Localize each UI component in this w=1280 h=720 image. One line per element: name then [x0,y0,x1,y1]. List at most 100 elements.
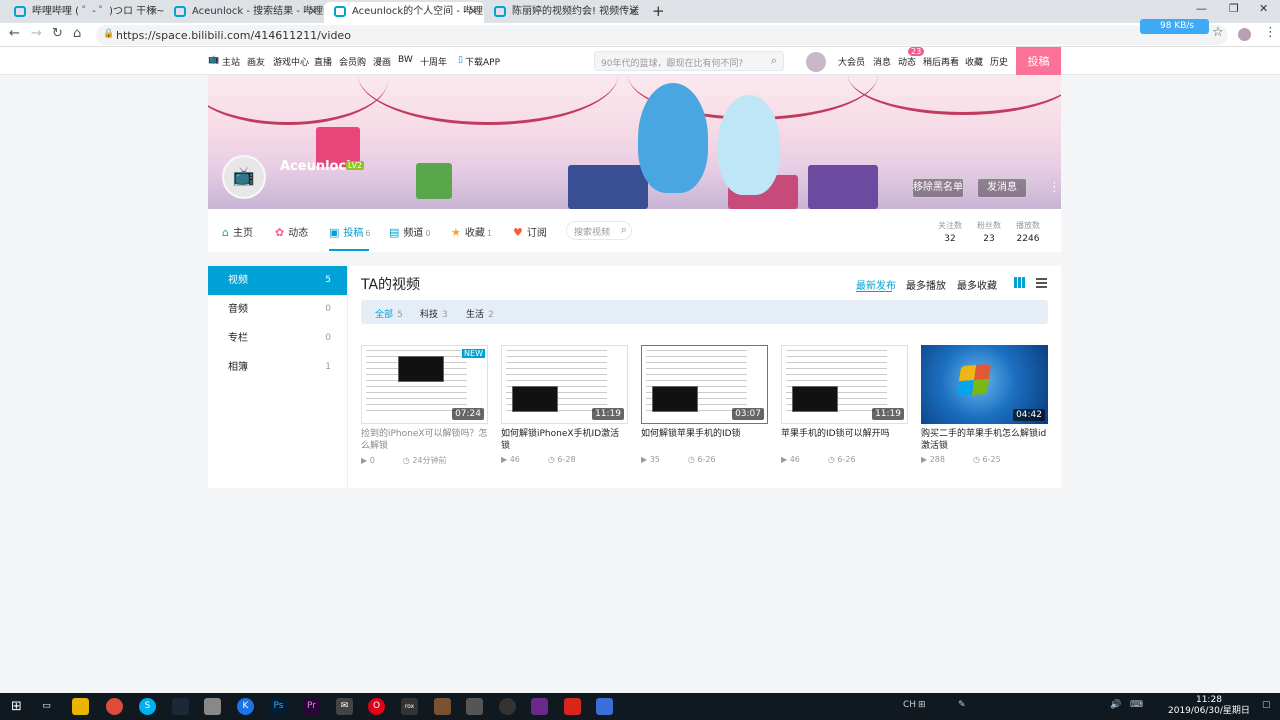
skype-icon[interactable]: S [139,698,156,715]
minimize-icon[interactable]: — [1196,2,1207,15]
profile-avatar-icon[interactable] [1238,28,1251,41]
task-view-icon[interactable]: ▭ [38,698,55,715]
video-thumbnail[interactable]: NEW 07:24 [361,345,488,424]
grid-view-icon[interactable] [1014,277,1025,288]
upload-button[interactable]: 投稿 [1016,47,1061,76]
video-title[interactable]: 如何解锁iPhoneX手机ID激活锁 [501,428,628,452]
chrome-icon[interactable] [106,698,123,715]
nav-watch-later[interactable]: 稍后再看 [923,55,959,68]
sidebar-item-video[interactable]: 视频 5 [208,266,347,295]
video-title[interactable]: 购买二手的苹果手机怎么解锁id激活锁 [921,428,1048,452]
windows-start-icon[interactable]: ⊞ [8,698,25,715]
minecraft-icon[interactable] [434,698,451,715]
browser-tab[interactable]: Aceunlock - 搜索结果 - 哔哩哔哩✕ [164,2,324,23]
video-title[interactable]: 捡到的iPhoneX可以解锁吗？怎么解锁 [361,428,488,452]
keyboard-icon[interactable]: ⊞ [918,700,926,710]
app-icon[interactable] [531,698,548,715]
filter-tech[interactable]: 科技 3 [420,307,448,320]
tab-home[interactable]: ⌂ 主页 [222,224,253,239]
nav-main[interactable]: 主站 [222,55,240,68]
nav-painting[interactable]: 画友 [247,55,265,68]
video-card[interactable]: 11:19 苹果手机的ID锁可以解开吗 ▶ 46 ◷ 6-26 [781,345,908,464]
nav-bw[interactable]: BW [398,55,413,65]
nav-dynamic[interactable]: 动态 [898,55,916,68]
tab-channels[interactable]: ▤ 频道 0 [389,224,431,239]
close-tab-icon[interactable]: ✕ [309,2,318,22]
nav-game-center[interactable]: 游戏中心 [273,55,309,68]
file-explorer-icon[interactable] [72,698,89,715]
menu-icon[interactable]: ⋮ [1264,25,1277,40]
reload-icon[interactable]: ↻ [52,26,63,41]
send-message-button[interactable]: 发消息 [977,178,1027,198]
stat-fans[interactable]: 粉丝数 23 [977,220,1001,244]
browser-tab[interactable]: 陈丽婷的视频约会! 视频传送 ✕ [484,2,644,23]
nav-favorites[interactable]: 收藏 [965,55,983,68]
mail-icon[interactable]: ✉ [336,698,353,715]
app-icon[interactable] [466,698,483,715]
video-thumbnail[interactable]: 11:19 [781,345,908,424]
app-icon[interactable]: rox [401,698,418,715]
nav-vip[interactable]: 大会员 [838,55,865,68]
sort-most-played[interactable]: 最多播放 [906,277,946,292]
video-card[interactable]: 03:07 如何解锁苹果手机的ID锁 ▶ 35 ◷ 6-26 [641,345,768,464]
more-options-icon[interactable]: ⋮ [1048,180,1061,195]
url-field[interactable]: 🔒 https://space.bilibili.com/414611211/v… [96,25,1228,45]
photoshop-icon[interactable]: Ps [270,698,287,715]
video-thumbnail[interactable]: 11:19 [501,345,628,424]
filter-all[interactable]: 全部 5 [375,307,403,320]
nav-history[interactable]: 历史 [990,55,1008,68]
new-tab-button[interactable]: + [652,2,665,20]
close-tab-icon[interactable]: ✕ [469,2,478,22]
tab-uploads[interactable]: ▣ 投稿 6 [329,224,371,239]
tab-favorites[interactable]: ★ 收藏 1 [451,224,492,239]
list-view-icon[interactable] [1036,278,1047,288]
nav-anniversary[interactable]: 十周年 [420,55,447,68]
app-icon[interactable] [596,698,613,715]
video-card[interactable]: 11:19 如何解锁iPhoneX手机ID激活锁 ▶ 46 ◷ 6-28 [501,345,628,464]
app-k-icon[interactable]: K [237,698,254,715]
video-title[interactable]: 苹果手机的ID锁可以解开吗 [781,428,908,452]
stat-following[interactable]: 关注数 32 [938,220,962,244]
ime-indicator[interactable]: CH [903,700,916,710]
opera-icon[interactable]: O [368,698,385,715]
premiere-icon[interactable]: Pr [303,698,320,715]
filter-life[interactable]: 生活 2 [466,307,494,320]
tab-dynamic[interactable]: ✿ 动态 [275,224,308,239]
notification-icon[interactable]: ⌨ [1130,700,1143,710]
nav-download-app[interactable]: 下载APP [465,55,500,68]
search-icon[interactable]: ⌕ [771,54,777,68]
app-icon[interactable] [499,698,516,715]
nav-live[interactable]: 直播 [314,55,332,68]
maximize-icon[interactable]: ❐ [1229,2,1239,15]
window-close-icon[interactable]: ✕ [1259,2,1268,15]
video-title[interactable]: 如何解锁苹果手机的ID锁 [641,428,768,452]
action-center-icon[interactable]: ▢ [1262,700,1271,710]
forward-icon[interactable]: → [31,26,42,41]
video-thumbnail[interactable]: 04:42 [921,345,1048,424]
search-icon[interactable]: ⌕ [621,223,627,237]
user-avatar[interactable] [806,52,826,72]
remove-blacklist-button[interactable]: 移除黑名单 [912,178,964,198]
volume-icon[interactable]: 🔊 [1110,700,1121,710]
system-clock[interactable]: 11:28 2019/06/30/星期日 [1168,695,1250,717]
browser-tab-active[interactable]: Aceunlock的个人空间 - 哔哩哔哩✕ [324,2,484,23]
video-card[interactable]: NEW 07:24 捡到的iPhoneX可以解锁吗？怎么解锁 ▶ 0 ◷ 24分钟前 [361,345,488,466]
tab-subscriptions[interactable]: ♥ 订阅 [513,224,547,239]
browser-tab[interactable]: 哔哩哔哩 ( ゜- ゜)つロ 干杯~-bili✕ [4,2,164,23]
close-tab-icon[interactable]: ✕ [149,2,158,22]
back-icon[interactable]: ← [9,26,20,41]
sidebar-item-audio[interactable]: 音频 0 [208,295,347,324]
video-card[interactable]: 04:42 购买二手的苹果手机怎么解锁id激活锁 ▶ 288 ◷ 6-25 [921,345,1048,464]
nav-shop[interactable]: 会员购 [339,55,366,68]
tray-icon[interactable]: ✎ [958,700,966,710]
profile-avatar[interactable]: 📺 [222,155,266,199]
site-search-input[interactable]: 90年代的篮球，跟现在比有何不同? ⌕ [594,51,784,71]
app-icon[interactable] [564,698,581,715]
steam-icon[interactable] [172,698,189,715]
app-icon[interactable] [204,698,221,715]
home-icon[interactable]: ⌂ [73,26,81,41]
sort-latest[interactable]: 最新发布 [856,277,896,292]
sidebar-item-album[interactable]: 相簿 1 [208,353,347,382]
sort-most-favorited[interactable]: 最多收藏 [957,277,997,292]
bookmark-star-icon[interactable]: ☆ [1212,25,1224,40]
